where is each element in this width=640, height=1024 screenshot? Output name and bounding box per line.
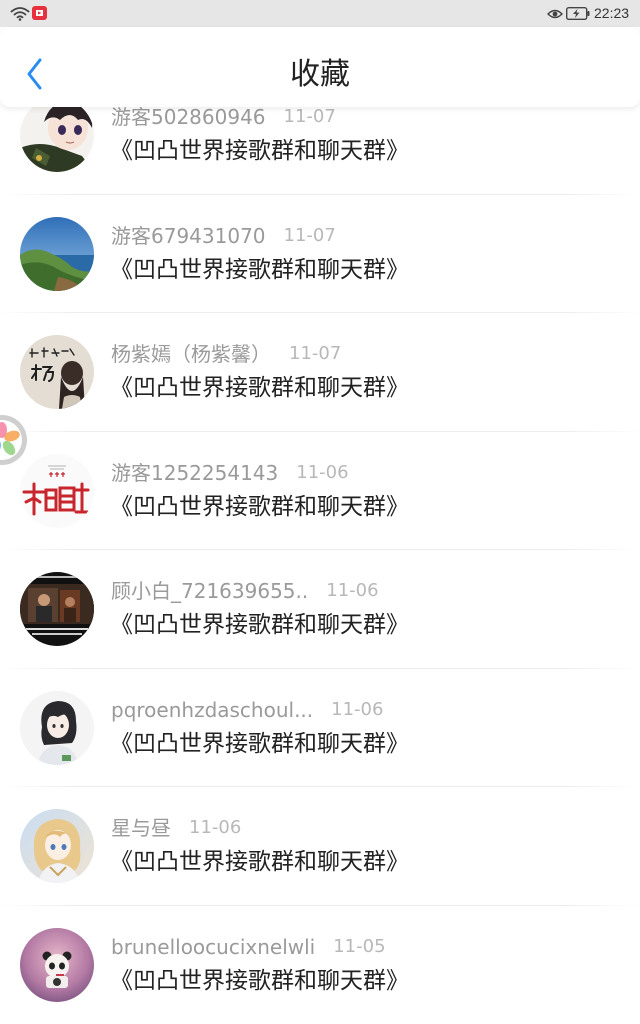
item-meta: brunelloocucixnelwli 11-05 <box>111 935 386 959</box>
favorite-title[interactable]: 《凹凸世界接歌群和聊天群》 <box>110 729 409 759</box>
favorite-title[interactable]: 《凹凸世界接歌群和聊天群》 <box>110 610 409 640</box>
item-meta: 游客1252254143 11-06 <box>111 461 349 485</box>
battery-charging-icon <box>566 7 590 20</box>
clock-time: 22:23 <box>594 5 630 21</box>
favorite-title[interactable]: 《凹凸世界接歌群和聊天群》 <box>110 847 409 877</box>
user-avatar[interactable] <box>20 809 94 883</box>
favorite-title[interactable]: 《凹凸世界接歌群和聊天群》 <box>110 373 409 403</box>
favorite-date: 11-07 <box>283 106 336 127</box>
favorite-item[interactable]: 顾小白_721639655.. 11-06 《凹凸世界接歌群和聊天群》 <box>0 550 640 669</box>
username: 游客679431070 <box>111 223 266 248</box>
wifi-icon <box>10 6 30 21</box>
username: 杨紫嫣（杨紫馨） <box>111 342 271 366</box>
favorite-item[interactable]: pqroenhzdaschoul... 11-06 《凹凸世界接歌群和聊天群》 <box>0 669 640 787</box>
favorite-date: 11-06 <box>296 461 349 483</box>
username: 游客502860946 <box>111 105 266 129</box>
favorite-date: 11-05 <box>333 935 386 957</box>
app-notification-icon <box>32 6 47 20</box>
favorite-title[interactable]: 《凹凸世界接歌群和聊天群》 <box>110 255 409 285</box>
user-avatar[interactable] <box>20 927 94 1002</box>
user-avatar[interactable] <box>20 335 94 409</box>
favorite-item[interactable]: 游客679431070 11-07 《凹凸世界接歌群和聊天群》 <box>0 195 640 313</box>
favorite-item[interactable]: 杨紫嫣（杨紫馨） 11-07 《凹凸世界接歌群和聊天群》 <box>0 313 640 432</box>
favorite-item[interactable]: 星与昼 11-06 《凹凸世界接歌群和聊天群》 <box>0 787 640 906</box>
flower-assistant-icon[interactable] <box>0 414 28 466</box>
username: 游客1252254143 <box>111 460 279 485</box>
user-avatar[interactable] <box>20 98 94 172</box>
username: pqroenhzdaschoul... <box>111 697 314 722</box>
favorite-date: 11-06 <box>331 698 384 720</box>
item-meta: 顾小白_721639655.. 11-06 <box>111 579 379 603</box>
status-bar: 22:23 <box>0 0 640 27</box>
item-meta: 游客502860946 11-07 <box>111 105 336 129</box>
favorite-date: 11-06 <box>326 580 379 601</box>
favorite-item[interactable]: brunelloocucixnelwli 11-05 《凹凸世界接歌群和聊天群》 <box>0 906 640 1024</box>
user-avatar[interactable] <box>20 453 94 528</box>
favorite-title[interactable]: 《凹凸世界接歌群和聊天群》 <box>110 966 409 996</box>
username: brunelloocucixnelwli <box>111 934 316 959</box>
favorite-date: 11-07 <box>289 343 342 364</box>
favorite-title[interactable]: 《凹凸世界接歌群和聊天群》 <box>110 136 409 166</box>
page-title: 收藏 <box>290 57 350 92</box>
favorites-list: 游客502860946 11-07 《凹凸世界接歌群和聊天群》 游客679431… <box>0 76 640 1024</box>
username: 顾小白_721639655.. <box>111 579 309 603</box>
app-header: 收藏 <box>0 27 640 107</box>
favorite-item[interactable]: 游客1252254143 11-06 《凹凸世界接歌群和聊天群》 <box>0 432 640 550</box>
eye-comfort-icon <box>547 8 563 20</box>
item-meta: 星与昼 11-06 <box>111 816 241 840</box>
username: 星与昼 <box>111 816 171 840</box>
favorite-date: 11-07 <box>283 224 336 246</box>
item-meta: 游客679431070 11-07 <box>111 224 336 248</box>
user-avatar[interactable] <box>20 572 94 646</box>
favorite-title[interactable]: 《凹凸世界接歌群和聊天群》 <box>110 492 409 522</box>
user-avatar[interactable] <box>20 216 94 291</box>
item-meta: pqroenhzdaschoul... 11-06 <box>111 698 383 722</box>
favorite-date: 11-06 <box>189 817 242 838</box>
user-avatar[interactable] <box>20 690 94 765</box>
item-meta: 杨紫嫣（杨紫馨） 11-07 <box>111 342 341 366</box>
